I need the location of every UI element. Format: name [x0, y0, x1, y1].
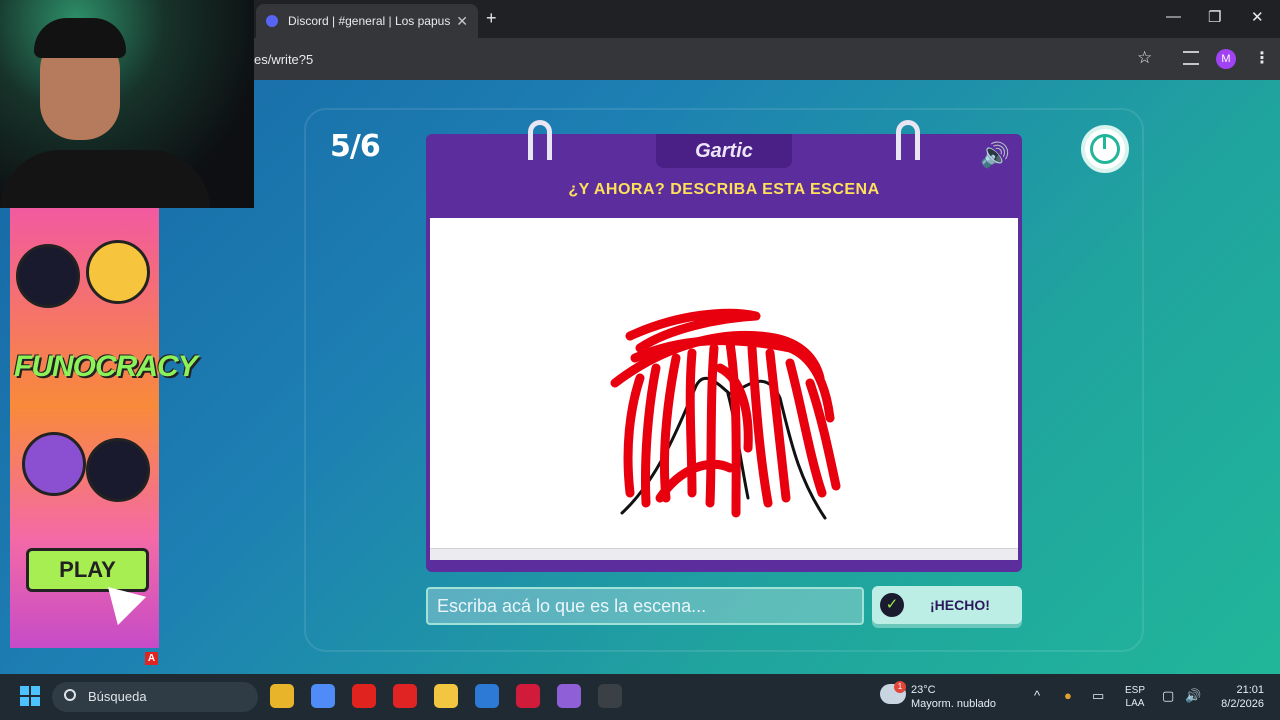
opera-gx-icon[interactable] — [516, 684, 540, 708]
done-button-label: ¡HECHO! — [930, 597, 990, 613]
media-control-icon[interactable] — [1183, 51, 1199, 65]
opera-icon[interactable] — [352, 684, 376, 708]
network-icon[interactable]: ▢ — [1162, 688, 1174, 704]
tray-chevron-icon[interactable]: ^ — [1034, 688, 1040, 703]
ad-badge[interactable]: A — [145, 652, 158, 665]
guess-input[interactable]: Escriba acá lo que es la escena... — [426, 587, 864, 625]
restore-button[interactable]: ❐ — [1208, 8, 1221, 26]
copilot-icon[interactable] — [311, 684, 335, 708]
search-label: Búsqueda — [88, 689, 147, 704]
canvas-paper-edge — [430, 548, 1018, 560]
face-icon — [86, 240, 150, 304]
drawing-scribble — [610, 308, 841, 520]
clock-date: 8/2/2026 — [1221, 698, 1264, 710]
tab-title: Discord | #general | Los papus — [288, 14, 451, 28]
tab-close-icon[interactable]: ✕ — [456, 13, 468, 30]
windows-start-icon[interactable] — [20, 686, 40, 706]
url-text[interactable]: es/write?5 — [254, 52, 313, 67]
profile-avatar[interactable]: M — [1216, 49, 1236, 69]
chrome-profile-icon[interactable] — [557, 684, 581, 708]
binder-ring-icon — [896, 120, 920, 160]
clock-time: 21:01 — [1236, 684, 1264, 696]
check-icon: ✓ — [880, 593, 904, 617]
language-indicator[interactable]: ESP LAA — [1125, 684, 1145, 710]
ad-logo: FUNOCRACY — [14, 350, 198, 383]
binder-ring-icon — [528, 120, 552, 160]
webcam-overlay — [0, 0, 254, 208]
obs-icon[interactable] — [598, 684, 622, 708]
file-explorer-icon[interactable] — [434, 684, 458, 708]
visual-studio-icon[interactable] — [475, 684, 499, 708]
browser-tab[interactable]: Discord | #general | Los papus ✕ — [256, 4, 478, 38]
search-icon — [64, 689, 76, 701]
timer-icon — [1081, 125, 1129, 173]
youtube-music-icon[interactable] — [393, 684, 417, 708]
speaker-icon[interactable]: 🔊 — [980, 141, 1010, 170]
close-window-button[interactable]: ✕ — [1251, 8, 1264, 26]
discord-icon — [266, 15, 278, 27]
weather-badge: 1 — [894, 681, 906, 693]
new-tab-button[interactable]: + — [486, 8, 497, 29]
keyboard-icon[interactable]: ▭ — [1092, 688, 1104, 704]
volume-icon[interactable]: 🔊 — [1185, 688, 1201, 704]
keyboard-layout: LAA — [1125, 698, 1145, 709]
kebab-menu-icon[interactable]: ⋮ — [1254, 48, 1270, 68]
language-code: ESP — [1125, 685, 1146, 696]
taskbar-search[interactable]: Búsqueda — [52, 682, 258, 712]
microphone-icon[interactable]: ● — [1064, 688, 1072, 703]
round-counter: 5/6 — [330, 129, 381, 164]
chrome-icon[interactable] — [270, 684, 294, 708]
angry-face-icon — [86, 438, 150, 502]
star-icon[interactable]: ☆ — [1137, 48, 1152, 68]
gartic-logo: Gartic — [656, 134, 792, 168]
thumbs-up-icon — [16, 244, 80, 308]
weather-desc: Mayorm. nublado — [911, 698, 996, 710]
scene-prompt: ¿Y AHORA? DESCRIBA ESTA ESCENA — [568, 181, 880, 198]
taskbar-clock[interactable]: 21:01 8/2/2026 — [1212, 683, 1264, 711]
weather-widget[interactable]: 23°C Mayorm. nublado — [911, 683, 996, 711]
weather-temp: 23°C — [911, 684, 936, 696]
bearded-face-icon — [22, 432, 86, 496]
minimize-button[interactable]: — — [1166, 8, 1181, 25]
done-button[interactable]: ✓ ¡HECHO! — [872, 586, 1022, 624]
